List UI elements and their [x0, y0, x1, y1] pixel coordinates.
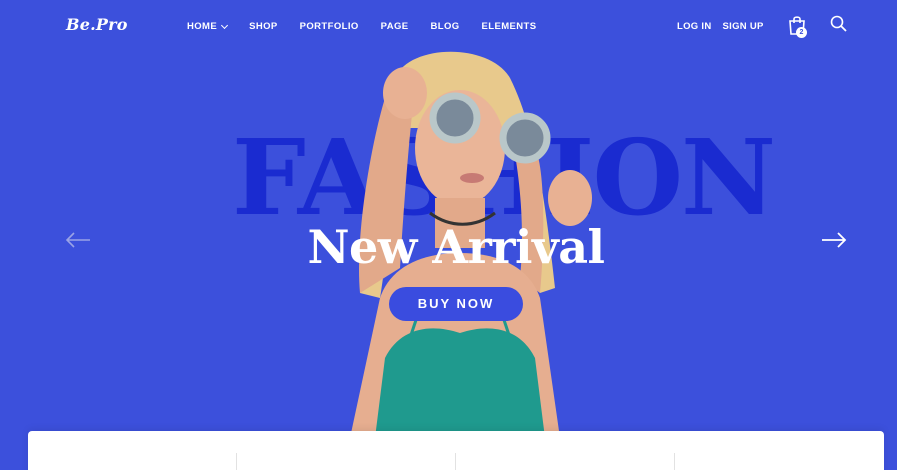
nav-item-home[interactable]: HOME: [187, 21, 229, 32]
brand-logo[interactable]: Be.Pro: [66, 15, 128, 34]
arrow-left-icon[interactable]: [64, 231, 92, 249]
auth-links: LOG IN SIGN UP: [677, 21, 775, 32]
feature-strip: [28, 431, 884, 470]
nav-item-elements[interactable]: ELEMENTS: [482, 21, 537, 32]
arrow-right-icon[interactable]: [820, 231, 848, 249]
hero-slider: FASHION New Arrival BUY NOW Be.Pro HOME …: [0, 0, 897, 470]
nav-item-shop[interactable]: SHOP: [249, 21, 278, 32]
divider: [236, 453, 237, 470]
nav-item-label: HOME: [187, 21, 218, 32]
nav-item-page[interactable]: PAGE: [381, 21, 409, 32]
nav-item-blog[interactable]: BLOG: [430, 21, 459, 32]
login-link[interactable]: LOG IN: [677, 21, 712, 32]
nav-item-label: PORTFOLIO: [299, 21, 359, 32]
nav-item-label: ELEMENTS: [481, 21, 537, 32]
divider: [455, 453, 456, 470]
nav-item-portfolio[interactable]: PORTFOLIO: [300, 21, 359, 32]
signup-link[interactable]: SIGN UP: [723, 21, 764, 32]
main-nav: HOME SHOP PORTFOLIO PAGE BLOG ELEMENTS: [187, 21, 558, 32]
chevron-down-icon: [221, 21, 229, 29]
nav-item-label: BLOG: [430, 21, 460, 32]
nav-item-label: PAGE: [380, 21, 409, 32]
buy-now-button[interactable]: BUY NOW: [389, 287, 523, 321]
search-icon[interactable]: [830, 15, 847, 32]
cart-count-badge: 2: [796, 27, 807, 38]
hero-headline: New Arrival: [307, 220, 605, 274]
divider: [674, 453, 675, 470]
site-header: Be.Pro HOME SHOP PORTFOLIO PAGE BLOG ELE…: [0, 0, 897, 54]
nav-item-label: SHOP: [249, 21, 278, 32]
